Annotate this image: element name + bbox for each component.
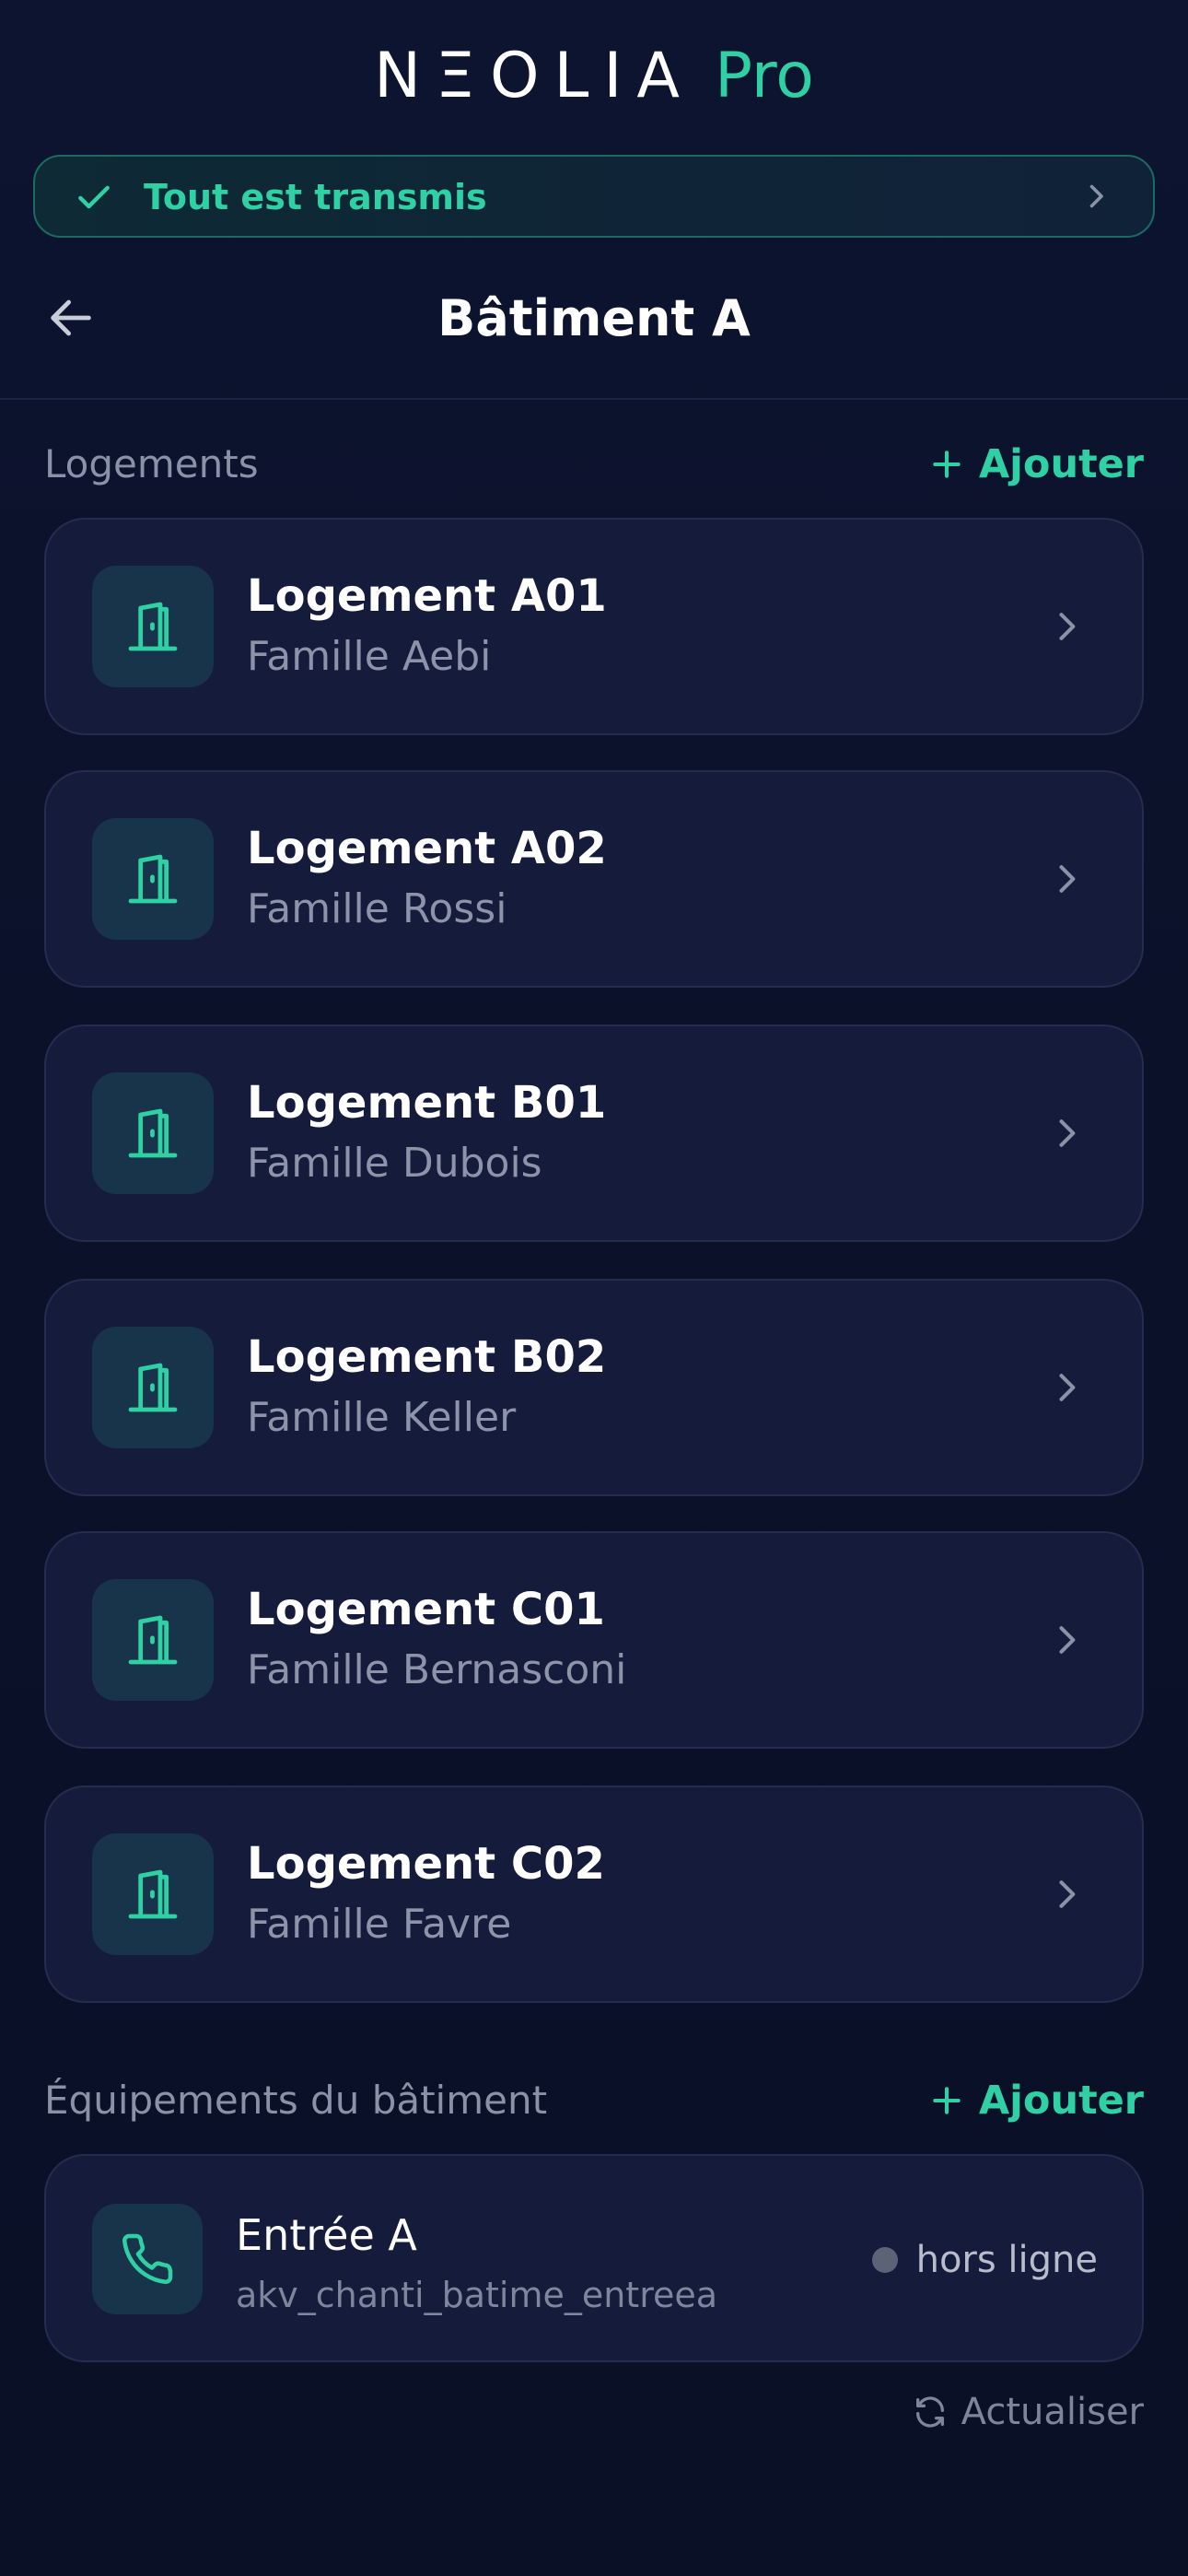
logement-card[interactable]: Logement B02 Famille Keller bbox=[44, 1279, 1144, 1496]
door-icon-box bbox=[92, 1833, 214, 1955]
brand-logo: NΞOLIA Pro bbox=[0, 37, 1188, 116]
door-icon bbox=[128, 854, 178, 904]
status-badge: hors ligne bbox=[871, 2235, 1098, 2285]
logement-family: Famille Aebi bbox=[247, 633, 492, 680]
logement-card[interactable]: Logement A01 Famille Aebi bbox=[44, 518, 1144, 735]
logement-family: Famille Bernasconi bbox=[247, 1646, 627, 1693]
sync-status-banner[interactable]: Tout est transmis bbox=[33, 155, 1155, 238]
door-icon bbox=[128, 602, 178, 651]
plus-icon bbox=[933, 2087, 961, 2114]
logement-title: Logement A02 bbox=[247, 823, 607, 874]
door-icon-box bbox=[92, 1327, 214, 1448]
section-title-logements: Logements bbox=[44, 441, 259, 486]
logement-family: Famille Keller bbox=[247, 1394, 517, 1441]
door-icon-box bbox=[92, 566, 214, 687]
logement-title: Logement A01 bbox=[247, 570, 607, 622]
logement-title: Logement B02 bbox=[247, 1331, 607, 1383]
chevron-right-icon bbox=[1059, 865, 1076, 893]
add-logement-label: Ajouter bbox=[978, 441, 1144, 487]
header-divider bbox=[0, 398, 1188, 400]
chevron-right-icon bbox=[1059, 1119, 1076, 1147]
door-icon-box bbox=[92, 1579, 214, 1701]
sync-status-text: Tout est transmis bbox=[144, 177, 487, 217]
status-text: hors ligne bbox=[915, 2239, 1098, 2281]
brand-pro: Pro bbox=[714, 40, 814, 112]
brand-name: NΞOLIA bbox=[374, 40, 694, 112]
screen: NΞOLIA Pro Tout est transmis Bâtiment A … bbox=[0, 0, 1188, 2576]
page-title: Bâtiment A bbox=[437, 289, 751, 347]
logement-title: Logement C01 bbox=[247, 1584, 605, 1635]
door-icon bbox=[128, 1363, 178, 1412]
equipement-id: akv_chanti_batime_entreea bbox=[236, 2275, 718, 2315]
chevron-right-icon bbox=[1059, 613, 1076, 640]
refresh-button[interactable]: Actualiser bbox=[912, 2386, 1144, 2438]
add-logement-button[interactable]: Ajouter bbox=[929, 439, 1144, 490]
refresh-label: Actualiser bbox=[961, 2391, 1144, 2433]
logement-title: Logement C02 bbox=[247, 1838, 605, 1890]
equipement-title: Entrée A bbox=[236, 2210, 417, 2260]
check-icon bbox=[78, 185, 110, 209]
logement-family: Famille Favre bbox=[247, 1901, 512, 1948]
add-equipement-button[interactable]: Ajouter bbox=[929, 2075, 1144, 2126]
logement-card[interactable]: Logement A02 Famille Rossi bbox=[44, 770, 1144, 988]
phone-icon bbox=[122, 2233, 173, 2284]
chevron-right-icon bbox=[1059, 1626, 1076, 1654]
section-title-equipements: Équipements du bâtiment bbox=[44, 2078, 548, 2123]
chevron-right-icon bbox=[1089, 184, 1103, 208]
door-icon bbox=[128, 1108, 178, 1158]
logement-card[interactable]: Logement B01 Famille Dubois bbox=[44, 1025, 1144, 1242]
door-icon bbox=[128, 1615, 178, 1665]
door-icon-box bbox=[92, 818, 214, 940]
logement-family: Famille Rossi bbox=[247, 885, 507, 932]
chevron-right-icon bbox=[1059, 1374, 1076, 1401]
add-equipement-label: Ajouter bbox=[978, 2078, 1144, 2124]
equipement-card[interactable]: Entrée A akv_chanti_batime_entreea hors … bbox=[44, 2154, 1144, 2362]
logement-card[interactable]: Logement C01 Famille Bernasconi bbox=[44, 1531, 1144, 1749]
logement-card[interactable]: Logement C02 Famille Favre bbox=[44, 1786, 1144, 2003]
chevron-right-icon bbox=[1059, 1880, 1076, 1908]
refresh-icon bbox=[915, 2396, 944, 2428]
logement-family: Famille Dubois bbox=[247, 1140, 542, 1187]
phone-icon-box bbox=[92, 2204, 203, 2314]
door-icon-box bbox=[92, 1072, 214, 1194]
door-icon bbox=[128, 1869, 178, 1919]
status-dot bbox=[871, 2247, 898, 2273]
logement-title: Logement B01 bbox=[247, 1077, 607, 1129]
plus-icon bbox=[933, 451, 961, 478]
